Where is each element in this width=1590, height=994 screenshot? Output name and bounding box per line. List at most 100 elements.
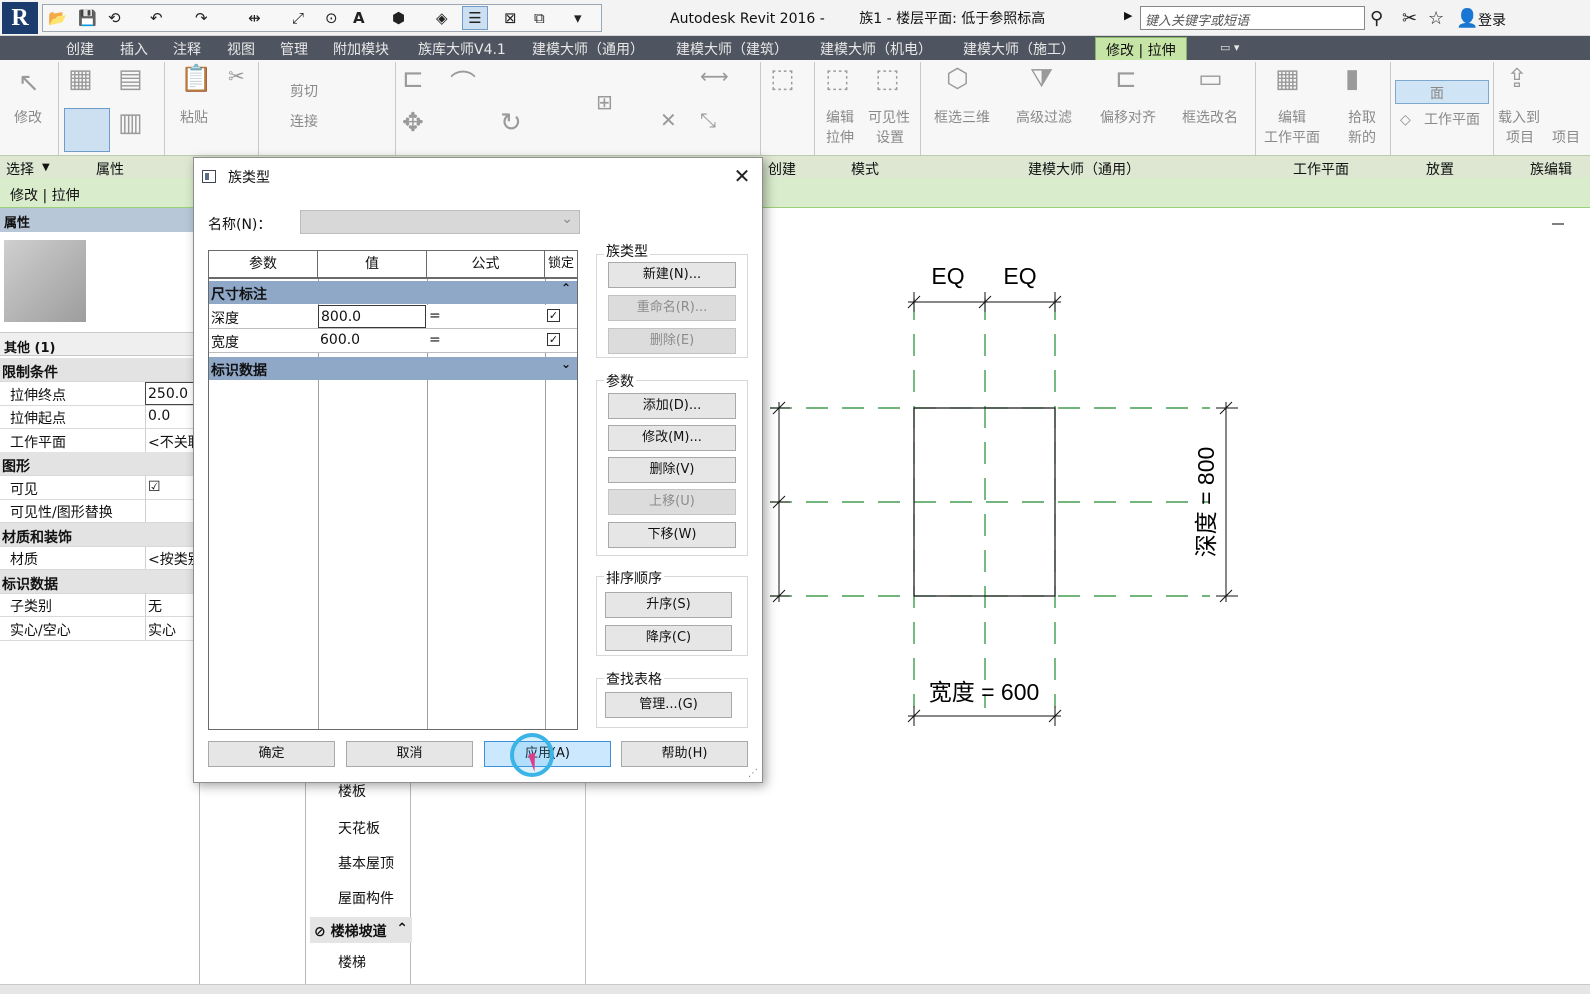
measure-icon[interactable]: ⇹ [248,6,261,30]
search-expand-icon[interactable]: ▶ [1124,9,1132,22]
param-formula[interactable]: = [429,308,441,324]
param-formula[interactable]: = [429,332,441,348]
move-down-button[interactable]: 下移(W) [608,522,736,548]
type-name-select[interactable] [300,210,580,234]
param-lock-checkbox[interactable]: ✓ [547,333,560,346]
browser-item-roof-component[interactable]: 屋面构件 [338,888,394,908]
family-category-icon[interactable]: ▥ [118,108,143,138]
property-row[interactable]: 拉伸起点 0.0 [0,405,200,429]
rotate-icon[interactable]: ↻ [500,108,522,138]
col-parameter[interactable]: 参数 [209,251,318,279]
user-icon[interactable]: 👤 [1456,8,1478,29]
edit-workplane-line2[interactable]: 工作平面 [1264,128,1320,148]
box-3d-icon[interactable]: ⬡ [946,64,969,94]
text-icon[interactable]: A [353,6,365,30]
customize-qat-icon[interactable]: ▾ [574,6,582,30]
paste-icon[interactable]: 📋 [180,64,212,94]
pick-new-icon[interactable]: ▮ [1345,64,1359,94]
modify-cursor-icon[interactable]: ↖ [18,68,40,98]
rename-type-button[interactable]: 重命名(R)... [608,295,736,321]
tab-create[interactable]: 创建 [66,39,94,59]
width-label[interactable]: 宽度 = 600 [929,679,1040,705]
property-row[interactable]: 材质 <按类别> [0,546,200,570]
load-into-line1[interactable]: 载入到 [1498,108,1540,128]
select-dropdown-icon[interactable]: ▼ [42,162,50,173]
edit-extrusion-button-line2[interactable]: 拉伸 [826,128,854,148]
visibility-settings-icon[interactable]: ⬚ [875,64,900,94]
aligned-dimension-icon[interactable]: ⤡ [700,108,716,132]
browser-category-stairs[interactable]: ⊘ 楼梯坡道 ⌃ [310,917,412,943]
type-properties-icon[interactable]: ▦ [68,64,93,94]
load-into-line2[interactable]: 项目 [1506,128,1534,148]
tab-view[interactable]: 视图 [227,39,255,59]
browser-item-basic-roof[interactable]: 基本屋顶 [338,853,394,873]
visibility-settings-line2[interactable]: 设置 [876,128,904,148]
col-value[interactable]: 值 [318,251,427,279]
collapse-chevron-icon[interactable]: ⌃ [561,281,571,295]
delete-parameter-button[interactable]: 删除(V) [608,457,736,483]
param-row-depth[interactable]: 深度 800.0 = ✓ [209,305,577,329]
3d-view-icon[interactable]: ⬢ [392,6,405,30]
offset-align-icon[interactable]: ⊏ [1115,64,1137,94]
measure-ribbon-icon[interactable]: ⟷ [700,64,729,88]
close-icon[interactable]: ✕ [730,164,754,188]
browser-item-floor[interactable]: 楼板 [338,781,366,801]
property-category[interactable]: 限制条件 [0,358,200,382]
property-row[interactable]: 可见 ☑ [0,475,200,500]
edit-extrusion-button-line1[interactable]: 编辑 [826,108,854,128]
properties-type-selector[interactable]: 其他 (1) [0,332,200,356]
place-on-face-button[interactable]: 面 [1395,80,1489,104]
eq-dimension[interactable] [907,292,1062,312]
sort-ascending-button[interactable]: 升序(S) [605,592,732,618]
edit-workplane-icon[interactable]: ▦ [1275,64,1300,94]
property-category[interactable]: 材质和装饰 [0,522,200,547]
property-value[interactable]: <按类别> [145,546,200,569]
param-lock-checkbox[interactable]: ✓ [547,309,560,322]
property-category[interactable]: 标识数据 [0,569,200,594]
offset-align-button[interactable]: 偏移对齐 [1100,108,1156,128]
tag-icon[interactable]: ⊙ [325,6,338,30]
array-icon[interactable]: ⊞ [596,90,613,114]
property-row[interactable]: 子类别 无 [0,593,200,617]
move-icon[interactable]: ✥ [402,108,424,138]
tab-manage[interactable]: 管理 [280,39,308,59]
panel-select[interactable]: 选择 [6,159,34,179]
visibility-settings-line1[interactable]: 可见性 [868,108,910,128]
switch-windows-icon[interactable]: ⧉ [534,6,545,30]
eq-right-label[interactable]: EQ [1003,263,1036,289]
thin-lines-icon[interactable]: ☰ [462,6,488,30]
box-rename-button[interactable]: 框选改名 [1182,108,1238,128]
tab-bim-mep[interactable]: 建模大师（机电） [820,39,932,59]
open-icon[interactable]: 📂 [48,6,67,30]
col-formula[interactable]: 公式 [427,251,545,279]
property-value[interactable]: ☑ [145,475,200,499]
box-rename-icon[interactable]: ▭ [1198,64,1223,94]
load-into-project-icon[interactable]: ⇪ [1506,64,1528,94]
place-on-workplane-button[interactable]: 工作平面 [1424,110,1480,130]
sync-icon[interactable]: ⟲ [108,6,121,30]
param-value-input[interactable]: 800.0 [318,305,426,328]
expand-chevron-icon[interactable]: ⌄ [561,357,571,371]
property-row[interactable]: 工作平面 <不关联> [0,428,200,453]
property-value[interactable]: <不关联> [145,428,200,452]
edit-workplane-line1[interactable]: 编辑 [1278,108,1306,128]
manage-lookup-button[interactable]: 管理...(G) [605,692,732,718]
reference-planes[interactable] [770,298,1210,708]
box-3d-button[interactable]: 框选三维 [934,108,990,128]
redo-icon[interactable]: ↷ [195,6,208,30]
property-row[interactable]: 拉伸终点 250.0 [0,381,200,406]
property-value[interactable]: 无 [145,593,200,616]
search-input[interactable]: 键入关键字或短语 [1140,6,1365,30]
browser-item-stair[interactable]: 楼梯 [338,952,366,972]
advanced-filter-icon[interactable]: ⧩ [1030,64,1053,95]
tab-modify-extrusion[interactable]: 修改 | 拉伸 [1095,37,1187,60]
collapse-icon[interactable]: ⌃ [396,921,408,937]
section-icon[interactable]: ◈ [436,6,448,30]
depth-dimension[interactable] [1216,401,1238,603]
favorites-star-icon[interactable]: ☆ [1428,8,1444,29]
delete-icon[interactable]: ✕ [660,108,677,132]
depth-label[interactable]: 深度 = 800 [1193,447,1219,558]
move-up-button[interactable]: 上移(U) [608,489,736,515]
tab-annotate[interactable]: 注释 [173,39,201,59]
property-row[interactable]: 可见性/图形替换 [0,499,200,523]
